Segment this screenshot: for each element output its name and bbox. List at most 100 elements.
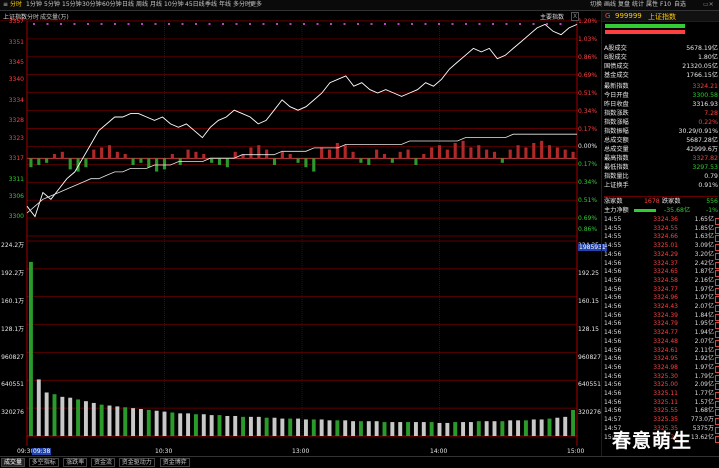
period-button[interactable]: 60分钟	[102, 1, 122, 9]
tick-price: 3324.48	[653, 337, 678, 345]
volume-bar	[217, 415, 222, 436]
header-label-volume[interactable]: 成交量(万)	[40, 12, 69, 21]
event-marker	[357, 23, 359, 25]
period-toolbar: ≡ 分时 1分钟 5分钟 15分钟 30分钟 60分钟 日线 周线 月线 10分钟 45日线 季线 年线…	[0, 0, 719, 11]
net-flow-bar	[147, 158, 151, 168]
period-button[interactable]: 1分钟	[26, 1, 42, 9]
period-button[interactable]: 30分钟	[82, 1, 102, 9]
period-button[interactable]: 5分钟	[44, 1, 60, 9]
stat-value: 5687.28亿	[686, 137, 718, 144]
price-tick-left: 3340	[8, 76, 24, 84]
group-tag: G	[605, 12, 611, 20]
toolbar-action-button[interactable]: 复盘	[618, 1, 630, 9]
net-flow-bar	[296, 158, 300, 163]
stat-label: 指数量比	[604, 173, 629, 180]
net-flow-bar	[280, 151, 284, 159]
tick-row: 14:55 3324.55 1.85亿	[604, 225, 719, 234]
toolbar-action-button[interactable]: 统计	[632, 1, 644, 9]
volume-bar	[303, 419, 308, 436]
volume-bar	[571, 409, 576, 436]
period-button[interactable]: 多分时	[233, 1, 251, 9]
tick-volume: 2.09亿	[694, 381, 714, 389]
indicator-tab[interactable]: 资金流	[91, 458, 116, 467]
tick-time: 14:56	[604, 355, 622, 363]
volume-bar	[523, 420, 528, 436]
indicator-tab[interactable]: 成交量	[1, 458, 26, 467]
main-index-label[interactable]: 主要指数	[540, 12, 564, 21]
period-button[interactable]: 日线	[122, 1, 134, 9]
period-button[interactable]: 月线	[150, 1, 162, 9]
tick-time: 14:56	[604, 346, 622, 354]
stat-row: 指数涨跌 7.28	[604, 109, 718, 118]
stat-label: 指数涨跌	[604, 110, 629, 117]
stat-value: 3297.53	[692, 164, 718, 171]
event-marker	[559, 23, 562, 25]
period-button[interactable]: 分时	[10, 1, 22, 9]
summary-row: A股成交 5678.19亿	[604, 44, 718, 53]
event-marker	[127, 23, 130, 25]
net-flow-bar	[453, 143, 457, 159]
net-flow-bar	[304, 158, 308, 168]
period-button[interactable]: 10分钟	[164, 1, 184, 9]
event-marker	[235, 23, 238, 25]
quote-panel: G 999999 上证指数 A股成交 5678.19亿 B股成交 1.80亿 国债成交 2…	[601, 11, 719, 456]
tick-row: 14:56 3324.79 1.95亿	[604, 320, 719, 330]
indicator-tab[interactable]: 资金博弈	[159, 458, 190, 467]
indicator-tab[interactable]: 资金驱动力	[118, 458, 155, 467]
net-flow-bar	[202, 154, 206, 159]
tick-volume: 1.92亿	[694, 355, 714, 363]
volume-tick-right: 640551	[578, 381, 601, 389]
net-flow-bar	[485, 149, 489, 159]
toolbar-action-button[interactable]: 切换	[590, 1, 602, 9]
volume-bar	[193, 414, 198, 436]
volume-bar	[437, 422, 442, 436]
window-controls-icon[interactable]: ▭✕	[703, 1, 714, 9]
stat-label: 上证换手	[604, 182, 629, 189]
period-button[interactable]: 年线	[219, 1, 231, 9]
volume-bar	[453, 422, 458, 436]
price-tick-left: 3306	[8, 192, 24, 200]
up-count: 1678	[644, 198, 660, 205]
tick-price: 3324.58	[653, 276, 678, 284]
tick-time: 14:56	[604, 320, 622, 328]
header-label-time[interactable]: 分时	[27, 12, 39, 21]
net-flow-bar	[335, 143, 339, 159]
period-button[interactable]: 15分钟	[62, 1, 82, 9]
net-flow-bar	[524, 147, 528, 159]
down-count: 556	[706, 198, 718, 205]
indicator-tab[interactable]: 多空指标	[28, 458, 59, 467]
net-flow-bar	[414, 158, 418, 166]
stat-row: 指数涨幅 0.22%	[604, 118, 718, 127]
up-count-label: 涨家数	[604, 198, 623, 205]
tick-time: 14:56	[604, 285, 622, 293]
toolbar-action-button[interactable]: F10	[660, 1, 671, 9]
tick-time: 14:56	[604, 303, 622, 310]
volume-bar	[421, 422, 426, 436]
tick-volume: 1.97亿	[694, 285, 714, 293]
toolbar-action-button[interactable]: 自选	[674, 1, 686, 9]
watermark: 春意萌生	[612, 430, 693, 452]
down-count-label: 跌家数	[662, 198, 681, 205]
volume-bar	[508, 420, 513, 436]
tick-row: 14:56 3324.37 2.42亿	[604, 259, 719, 269]
period-button[interactable]: 季线	[205, 1, 217, 9]
tick-time: 14:57	[604, 416, 622, 424]
indicator-tab[interactable]: 涨跌率	[63, 458, 88, 467]
event-marker	[289, 23, 292, 25]
stat-value: 3327.82	[692, 155, 718, 162]
period-button[interactable]: 45日线	[185, 1, 205, 9]
period-button[interactable]: 周线	[136, 1, 148, 9]
tick-price: 3324.98	[653, 363, 678, 371]
net-flow-bar	[107, 145, 112, 159]
volume-bar	[201, 414, 206, 436]
net-flow-bar	[37, 158, 41, 166]
event-marker	[343, 23, 346, 25]
stat-label: 总成交量	[604, 146, 629, 153]
volume-bar	[358, 421, 363, 436]
toolbar-action-button[interactable]: 属性	[646, 1, 658, 9]
menu-icon[interactable]: ≡	[3, 1, 8, 9]
intraday-chart[interactable]	[0, 21, 600, 456]
period-button[interactable]: 更多	[250, 1, 262, 9]
tick-time: 14:56	[604, 259, 622, 267]
toolbar-action-button[interactable]: 画线	[604, 1, 616, 9]
